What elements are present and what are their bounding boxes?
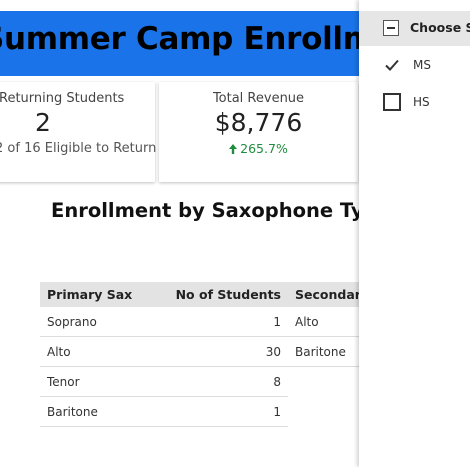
- checkbox-unchecked[interactable]: [383, 93, 401, 111]
- scorecard-label: Returning Students: [0, 91, 125, 106]
- scorecard-label: Total Revenue: [212, 91, 305, 106]
- header-banner: Summer Camp Enrollment: [0, 11, 360, 76]
- check-icon: [385, 59, 399, 71]
- table-cell: Baritone: [40, 396, 164, 427]
- scorecard-delta-value: 265.7%: [240, 141, 288, 156]
- filter-option-label: MS: [413, 58, 431, 72]
- table-row: Soprano 1 Alto: [40, 307, 412, 337]
- filter-panel: Choose School MS HS: [359, 0, 470, 467]
- scorecard-value: $8,776: [214, 108, 303, 137]
- table-cell: 30: [164, 336, 288, 367]
- filter-option-ms[interactable]: MS: [383, 56, 470, 76]
- table-row: Tenor 8: [40, 366, 412, 397]
- arrow-up-icon: [229, 144, 238, 154]
- enrollment-table: Primary Sax No of Students Secondary Sax…: [40, 282, 412, 427]
- table-cell: 8: [164, 366, 288, 397]
- filter-option-hs[interactable]: HS: [383, 93, 470, 113]
- scorecard-value: 2: [35, 108, 51, 137]
- table-row: Baritone 1: [40, 396, 412, 427]
- table-cell: Tenor: [40, 366, 164, 397]
- filter-panel-title: Choose School: [410, 20, 470, 35]
- table-cell: 1: [164, 307, 288, 337]
- table-cell: Alto: [40, 336, 164, 367]
- scorecard-delta: 265.7%: [159, 141, 358, 156]
- page-title: Summer Camp Enrollment: [0, 21, 360, 57]
- table-cell: Soprano: [40, 307, 164, 337]
- column-header-no-of-students[interactable]: No of Students: [164, 282, 288, 307]
- table-row: Alto 30 Baritone: [40, 336, 412, 367]
- filter-panel-header: Choose School: [359, 11, 470, 46]
- scorecard-subtext: 2 of 16 Eligible to Return: [0, 141, 157, 156]
- scorecard-returning-students: Returning Students 2 2 of 16 Eligible to…: [0, 82, 157, 182]
- column-header-primary-sax[interactable]: Primary Sax: [40, 282, 164, 307]
- table-header-row: Primary Sax No of Students Secondary Sax: [40, 282, 412, 307]
- scorecard-total-revenue: Total Revenue $8,776 265.7%: [159, 82, 358, 182]
- table-cell: 1: [164, 396, 288, 427]
- select-all-toggle[interactable]: [383, 20, 399, 36]
- filter-option-label: HS: [413, 95, 430, 109]
- section-title: Enrollment by Saxophone Type: [51, 199, 391, 222]
